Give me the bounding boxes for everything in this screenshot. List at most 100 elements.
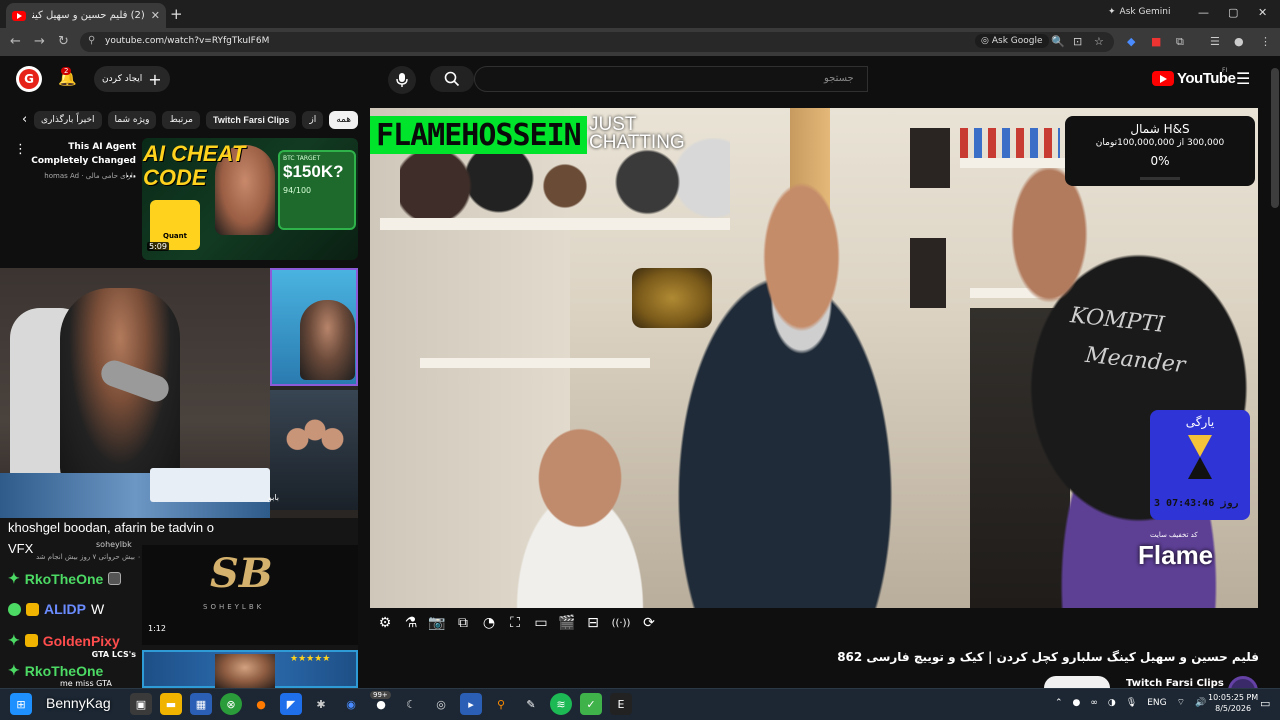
- youtube-favicon-icon: [12, 10, 26, 21]
- speed-gauge-icon[interactable]: ◔: [480, 615, 498, 631]
- spotify-icon[interactable]: ≋: [550, 693, 572, 715]
- ad-headline-line1: AI CHEAT: [143, 141, 246, 166]
- store-icon[interactable]: ▦: [190, 693, 212, 715]
- account-avatar[interactable]: G: [16, 66, 42, 92]
- ask-google-button[interactable]: ◎ Ask Google: [975, 34, 1049, 48]
- fullscreen-icon[interactable]: ⛶: [506, 615, 524, 631]
- vscode-icon[interactable]: ◤: [280, 693, 302, 715]
- create-label: ایجاد کردن: [102, 74, 143, 84]
- tray-lang[interactable]: ENG: [1147, 698, 1166, 708]
- flame-watermark: Flame: [1138, 540, 1214, 570]
- tray-chevron-icon[interactable]: ⌃: [1055, 698, 1063, 708]
- clock-date: 8/5/2026: [1215, 704, 1252, 713]
- chat-channel: soheylbk: [96, 540, 132, 549]
- moon-icon[interactable]: ☾: [400, 693, 422, 715]
- zoom-icon[interactable]: 🔍: [1051, 35, 1065, 48]
- back-button[interactable]: ←: [10, 34, 21, 49]
- gta-card-title[interactable]: GTA LCS's: [66, 650, 136, 659]
- url-text[interactable]: youtube.com/watch?v=RYfgTkuIF6M: [105, 36, 269, 46]
- system-tray: ⌃ ● ∞ ◑ 🎙 ENG ⌔ 🔊: [1055, 697, 1206, 709]
- wifi-icon[interactable]: ⌔: [1177, 697, 1185, 708]
- chip-all[interactable]: همه: [329, 111, 358, 129]
- telegram-icon[interactable]: ▸: [460, 693, 482, 715]
- filter-chips: همه از Twitch Farsi Clips مرتبط ویژه شما…: [18, 108, 358, 132]
- streamer-username-overlay: BennyKag: [46, 695, 111, 711]
- profile-icon[interactable]: ●: [1234, 35, 1244, 48]
- app-icon[interactable]: ✱: [310, 693, 332, 715]
- maximize-button[interactable]: ▢: [1228, 6, 1238, 19]
- hourglass-icon: [1188, 435, 1212, 479]
- extensions-puzzle-icon[interactable]: ⧉: [1176, 35, 1184, 49]
- donation-progress-bar: [1140, 177, 1180, 180]
- chat-line: ✦ RkoTheOne: [8, 570, 122, 587]
- next-video-person: [215, 654, 275, 688]
- firefox-icon[interactable]: ●: [250, 693, 272, 715]
- app-taskbar-icon[interactable]: ▣: [130, 693, 152, 715]
- start-button-icon[interactable]: ⊞: [10, 693, 32, 715]
- chat-line: ALIDP W: [8, 601, 104, 617]
- tab-close-icon[interactable]: ✕: [151, 9, 160, 22]
- pip-icon[interactable]: ▭: [532, 615, 550, 631]
- chrome-icon[interactable]: ◎: [430, 693, 452, 715]
- network-app-icon[interactable]: ◉: [340, 693, 362, 715]
- install-icon[interactable]: ⊡: [1073, 35, 1082, 48]
- page-scrollbar[interactable]: [1271, 68, 1279, 208]
- region-code: FI: [1222, 67, 1228, 74]
- close-window-button[interactable]: ✕: [1258, 6, 1267, 19]
- taskbar-clock[interactable]: 10:05:25 PM 8/5/2026: [1208, 692, 1258, 714]
- tray-app-icon[interactable]: ◑: [1108, 698, 1116, 708]
- browser-tab[interactable]: (2) فلیم حسین و سهیل کینگ سلا... ✕: [6, 3, 166, 28]
- extension-red-icon[interactable]: ■: [1151, 35, 1161, 48]
- minimize-button[interactable]: —: [1198, 6, 1209, 19]
- voice-search-button[interactable]: [388, 66, 416, 94]
- ad-meta: homas Ad · دارای حامی مالی: [44, 172, 136, 180]
- guide-menu-icon[interactable]: ☰: [1236, 69, 1250, 88]
- ad-more-options-icon[interactable]: ⋮: [14, 142, 27, 157]
- notification-center-icon[interactable]: ▭: [1260, 697, 1270, 710]
- cast-icon[interactable]: ⊟: [584, 615, 602, 631]
- soheylbk-logo: SB: [210, 550, 273, 597]
- chat-message: W: [91, 601, 105, 617]
- search-app-icon[interactable]: ⚲: [490, 693, 512, 715]
- ask-gemini-button[interactable]: ✦ Ask Gemini: [1108, 7, 1170, 17]
- volume-icon[interactable]: 🔊: [1195, 698, 1206, 708]
- loop-icon[interactable]: ⟳: [640, 615, 658, 631]
- file-explorer-icon[interactable]: ▬: [160, 693, 182, 715]
- epic-games-icon[interactable]: E: [610, 693, 632, 715]
- tray-mic-icon[interactable]: 🎙: [1126, 698, 1137, 708]
- xbox-icon[interactable]: ⊗: [220, 693, 242, 715]
- chip-recently-uploaded[interactable]: اخیراً بارگذاری: [33, 111, 102, 129]
- soheylbk-duration: 1:12: [148, 624, 166, 633]
- video-shelf: [420, 358, 650, 368]
- reading-list-icon[interactable]: ☰: [1210, 35, 1220, 48]
- new-tab-button[interactable]: +: [170, 5, 183, 23]
- chip-for-you[interactable]: ویژه شما: [107, 111, 157, 129]
- chip-from[interactable]: از: [302, 111, 324, 129]
- chat-user: ALIDP: [44, 601, 86, 617]
- editor-icon[interactable]: ✓: [580, 693, 602, 715]
- search-input[interactable]: [474, 66, 868, 92]
- chat-user: RkoTheOne: [24, 662, 104, 679]
- forward-button[interactable]: →: [34, 34, 45, 49]
- search-button[interactable]: [430, 66, 474, 92]
- clapperboard-icon[interactable]: 🎬: [558, 615, 576, 631]
- browser-menu-icon[interactable]: ⋮: [1260, 35, 1271, 48]
- reload-button[interactable]: ↻: [58, 34, 69, 49]
- chat-star-icon: ✦: [8, 570, 20, 586]
- site-info-icon[interactable]: ⚲: [88, 35, 95, 46]
- bookmark-star-icon[interactable]: ☆: [1094, 35, 1104, 48]
- chat-star-icon: ✦: [8, 632, 20, 648]
- feather-icon[interactable]: ✎: [520, 693, 542, 715]
- audio-surround-icon[interactable]: ((·)): [610, 618, 632, 629]
- screenshot-camera-icon[interactable]: 📷: [428, 615, 446, 631]
- flask-icon[interactable]: ⚗: [402, 615, 420, 631]
- chip-related[interactable]: مرتبط: [162, 111, 200, 129]
- chip-channel[interactable]: Twitch Farsi Clips: [206, 111, 297, 129]
- extension-icon[interactable]: ◆: [1127, 35, 1135, 48]
- tray-app-icon[interactable]: ∞: [1090, 698, 1098, 708]
- create-button[interactable]: ایجاد کردن +: [94, 66, 170, 92]
- tray-app-icon[interactable]: ●: [1073, 698, 1081, 708]
- settings-gear-icon[interactable]: ⚙: [376, 615, 394, 631]
- add-frame-icon[interactable]: ⧉: [454, 615, 472, 631]
- stream-category: JUST CHATTING: [589, 115, 685, 152]
